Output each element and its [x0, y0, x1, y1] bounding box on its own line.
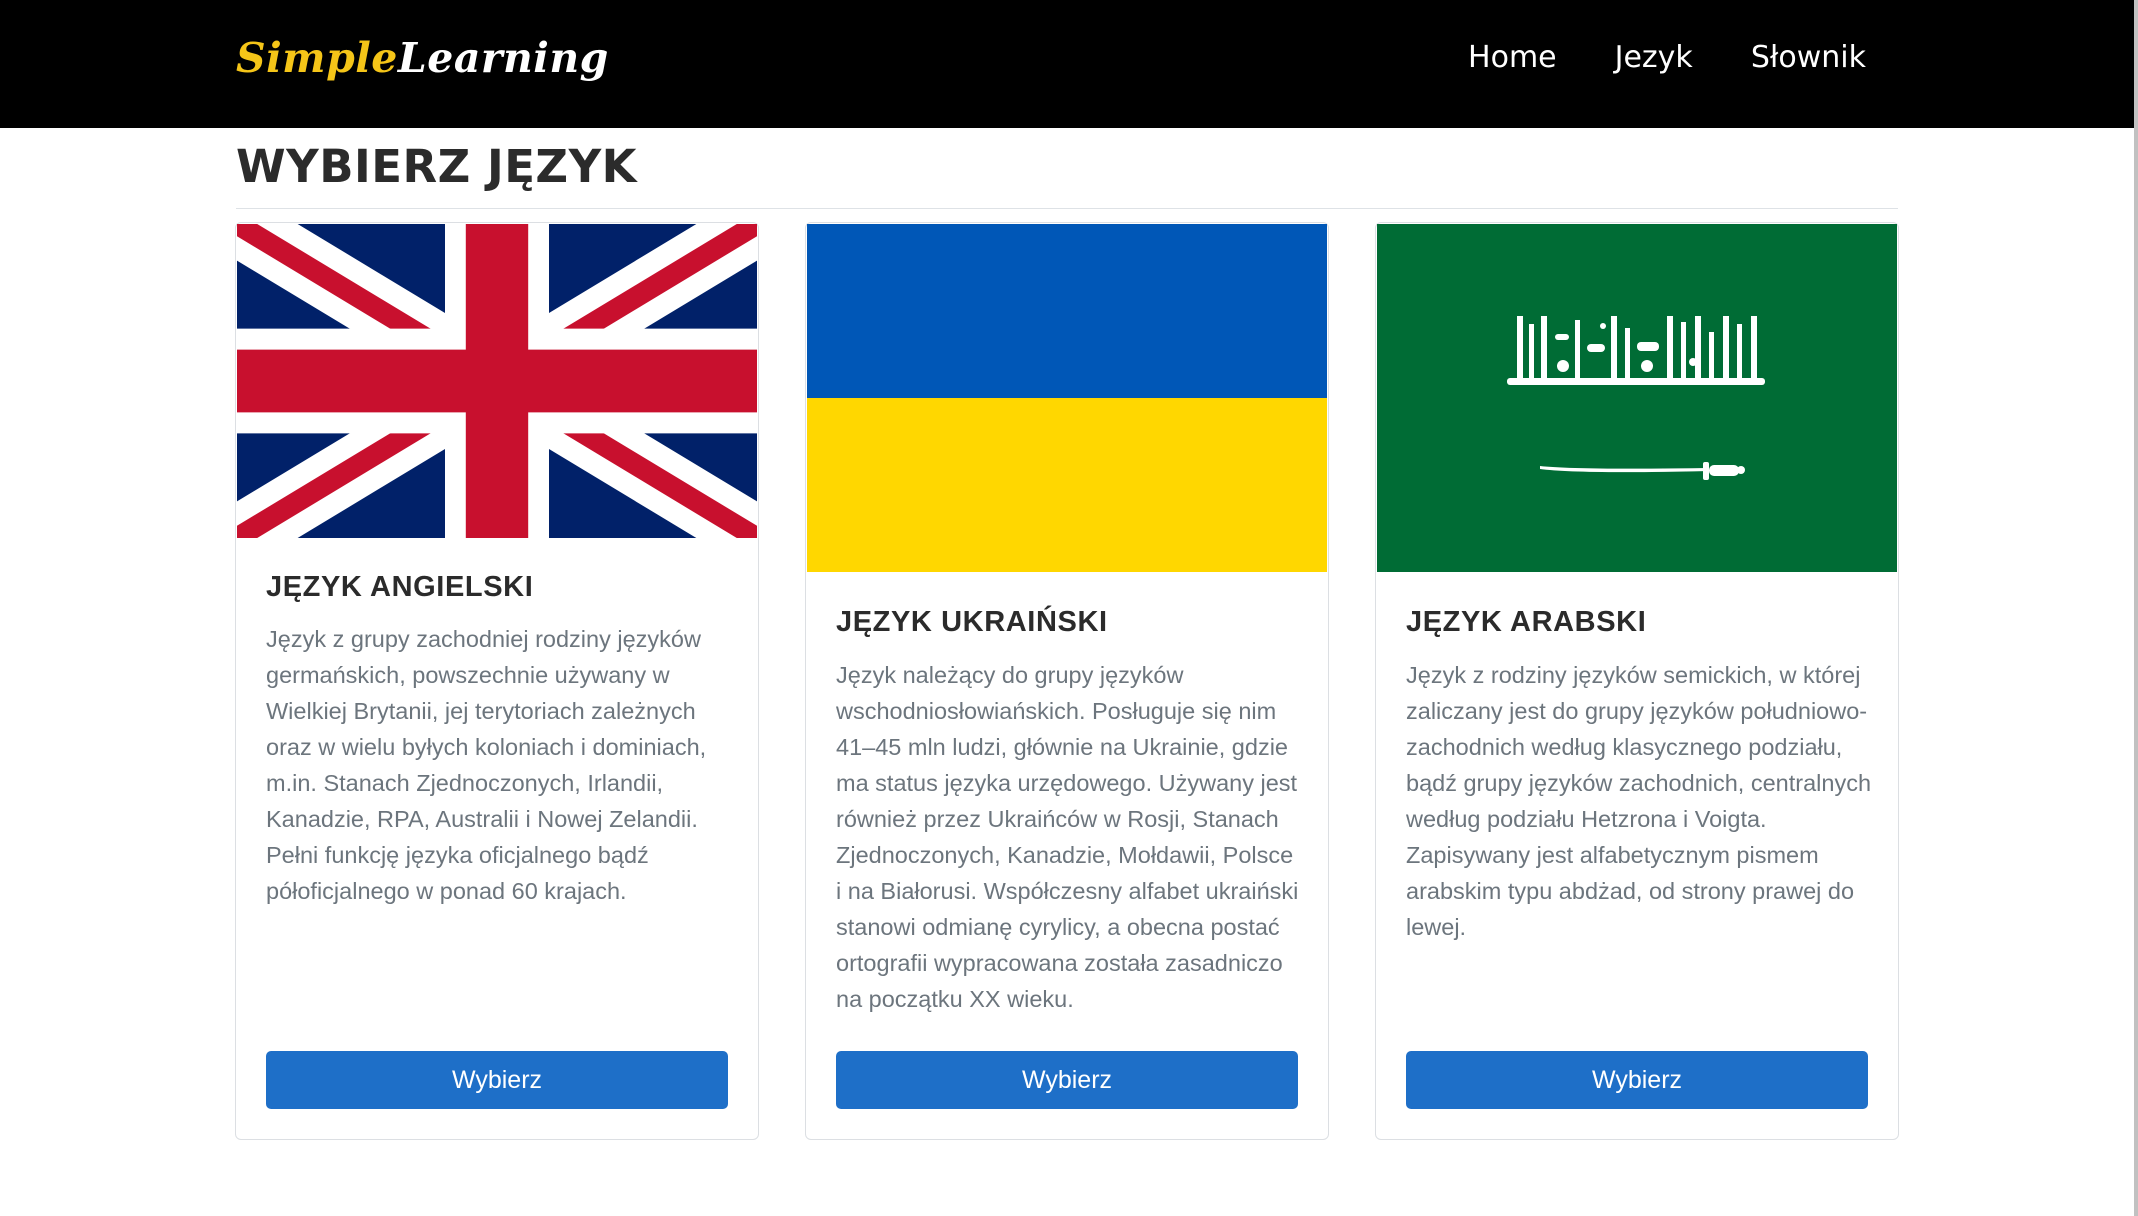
title-divider — [236, 208, 1898, 209]
card-description: Język z rodziny języków semickich, w któ… — [1406, 662, 1872, 940]
main-nav: Home Jezyk Słownik — [1468, 40, 1866, 75]
language-card-english: JĘZYK ANGIELSKI Język z grupy zachodniej… — [235, 222, 759, 1140]
card-title: JĘZYK UKRAIŃSKI — [836, 606, 1108, 638]
page-scrollbar[interactable] — [2134, 0, 2138, 1216]
card-title: JĘZYK ARABSKI — [1406, 606, 1647, 638]
select-arabic-button[interactable]: Wybierz — [1406, 1051, 1868, 1109]
brand-part-simple: Simple — [236, 34, 398, 82]
nav-jezyk[interactable]: Jezyk — [1615, 40, 1693, 75]
card-description: Język z grupy zachodniej rodziny języków… — [266, 626, 707, 904]
uk-flag-icon — [237, 224, 757, 538]
navbar: SimpleLearning Home Jezyk Słownik — [0, 0, 2134, 128]
card-title: JĘZYK ANGIELSKI — [266, 571, 534, 603]
brand-logo[interactable]: SimpleLearning — [236, 34, 609, 82]
nav-slownik[interactable]: Słownik — [1751, 40, 1866, 75]
language-card-ukrainian: JĘZYK UKRAIŃSKI Język należący do grupy … — [805, 222, 1329, 1140]
ukraine-flag-icon — [807, 224, 1327, 572]
select-english-button[interactable]: Wybierz — [266, 1051, 728, 1109]
select-ukrainian-button[interactable]: Wybierz — [836, 1051, 1298, 1109]
card-description: Język należący do grupy języków wschodni… — [836, 662, 1299, 1012]
language-card-arabic: JĘZYK ARABSKI Język z rodziny języków se… — [1375, 222, 1899, 1140]
nav-home[interactable]: Home — [1468, 40, 1557, 75]
brand-part-learning: Learning — [397, 34, 609, 82]
page-title: WYBIERZ JĘZYK — [236, 140, 638, 193]
saudi-arabia-flag-icon — [1377, 224, 1897, 572]
